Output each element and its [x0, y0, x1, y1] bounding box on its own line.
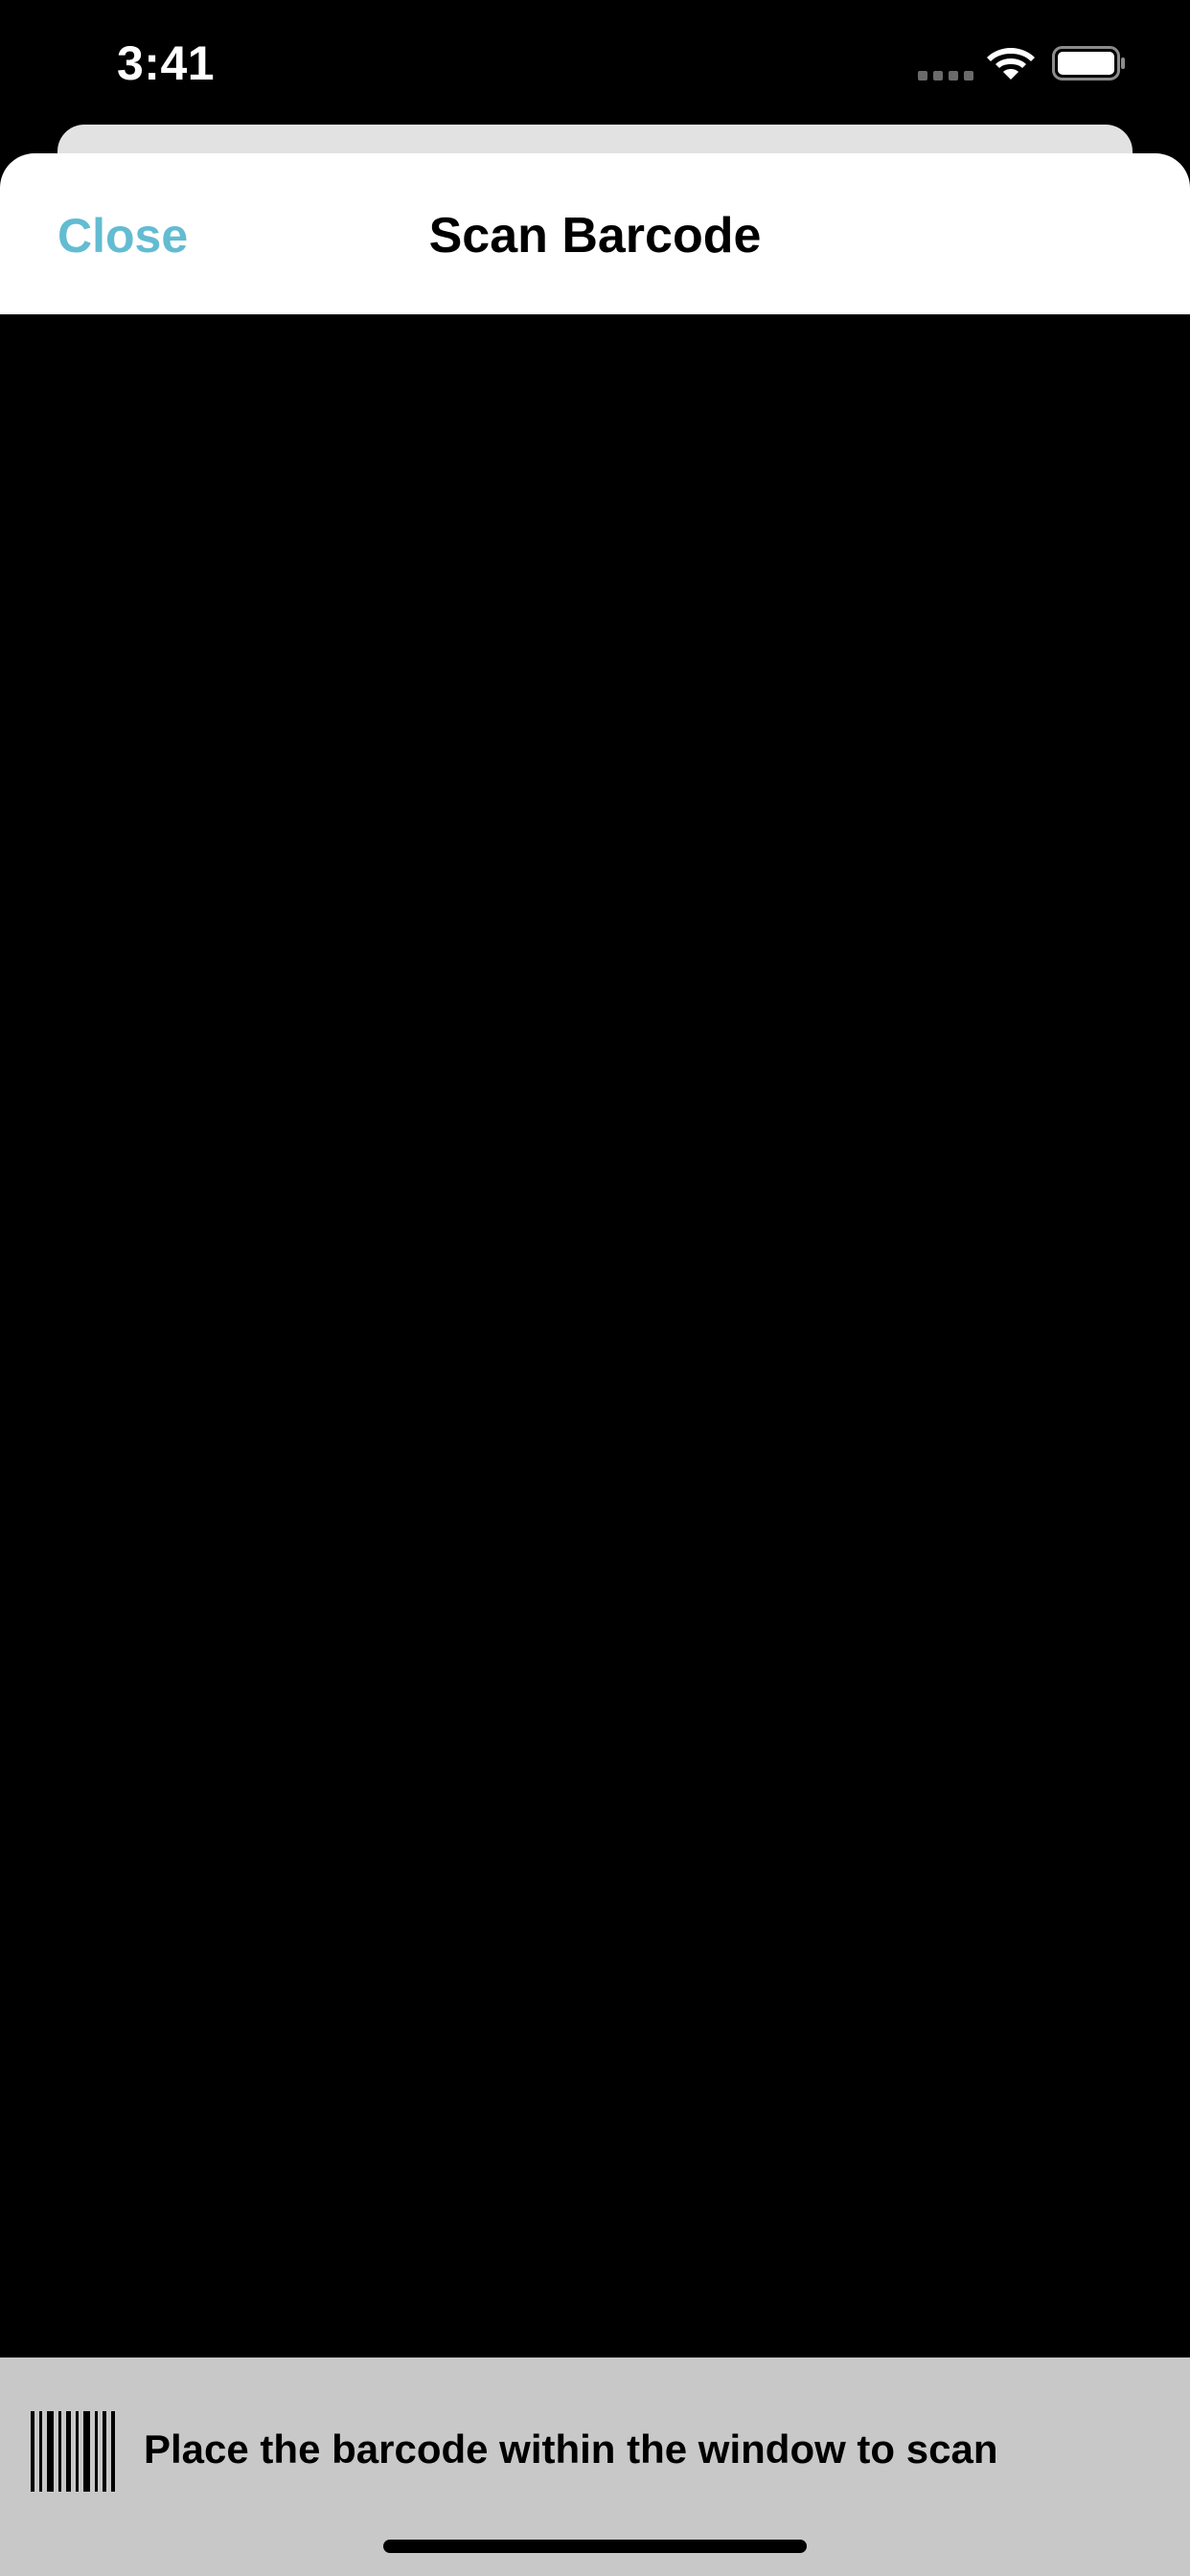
wifi-icon	[987, 48, 1035, 80]
barcode-icon	[31, 2411, 115, 2492]
cellular-signal-icon	[918, 71, 973, 80]
camera-viewfinder	[0, 314, 1190, 2358]
status-time: 3:41	[117, 36, 216, 90]
home-indicator	[383, 2540, 807, 2553]
instruction-text: Place the barcode within the window to s…	[144, 2426, 998, 2472]
battery-full-icon	[1052, 46, 1125, 80]
status-bar: 3:41	[0, 0, 1190, 125]
instruction-bar: Place the barcode within the window to s…	[0, 2358, 1190, 2576]
page-title: Scan Barcode	[428, 208, 762, 264]
navigation-header: Close Scan Barcode	[0, 153, 1190, 314]
